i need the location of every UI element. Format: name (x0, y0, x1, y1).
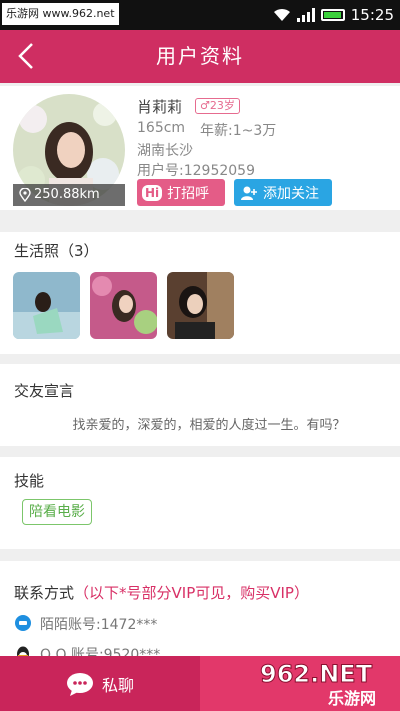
status-icons: 15:25 (273, 0, 394, 30)
declaration-text: 找亲爱的，深爱的，相爱的人度过一生。有吗？ (72, 418, 346, 433)
contact-section (0, 561, 400, 656)
signal-icon (296, 8, 315, 22)
hi-icon: Hi (142, 184, 163, 201)
life-photo-1[interactable] (13, 272, 80, 339)
follow-button[interactable]: 添加关注 (234, 179, 332, 206)
height-text: 165cm (137, 120, 186, 136)
location-pin-icon (19, 188, 31, 202)
contact-title-label: 联系方式 (14, 584, 75, 602)
skill-tag: 陪看电影 (22, 499, 92, 525)
distance-badge: 250.88km (13, 184, 125, 206)
photo-image (167, 272, 234, 339)
contact-row-momo: 陌陌账号:1472*** (14, 614, 157, 634)
watermark-bottom-text: 乐游网 (328, 689, 376, 708)
status-site-label: 乐游网 www.962.net (2, 3, 119, 25)
app-header: 用户资料 (0, 30, 400, 83)
photo-image (90, 272, 157, 339)
declaration-title: 交友宣言 (14, 382, 75, 400)
photos-title: 生活照（3） (14, 242, 99, 260)
contact-title: 联系方式（以下*号部分VIP可见，购买VIP） (14, 582, 309, 603)
private-chat-button[interactable]: 私聊 (0, 656, 200, 711)
status-bar: 乐游网 www.962.net 15:25 (0, 0, 400, 30)
follow-label: 添加关注 (263, 185, 319, 202)
life-photo-2[interactable] (90, 272, 157, 339)
momo-account-text: 陌陌账号:1472*** (40, 617, 158, 633)
site-watermark-logo: 962.NET 乐游网 (260, 660, 377, 709)
greet-button[interactable]: Hi 打招呼 (137, 179, 225, 206)
age-badge: ♂23岁 (195, 98, 240, 114)
page-title: 用户资料 (156, 44, 244, 68)
private-chat-label: 私聊 (101, 675, 134, 695)
declaration-section (0, 364, 400, 446)
user-id-text: 用户号:12952059 (137, 163, 255, 179)
add-user-icon (241, 186, 257, 200)
battery-icon (320, 9, 345, 21)
watermark-top-text: 962.NET (260, 660, 373, 688)
momo-icon (15, 615, 31, 631)
location-text: 湖南长沙 (137, 143, 193, 159)
photo-image (13, 272, 80, 339)
buy-vip-link[interactable]: （以下*号部分VIP可见，购买VIP） (74, 584, 309, 602)
status-time: 15:25 (350, 6, 394, 24)
wifi-icon (273, 8, 290, 21)
life-photo-3[interactable] (167, 272, 234, 339)
chat-bubble-icon (66, 672, 93, 696)
distance-value: 250.88km (34, 187, 100, 202)
income-text: 年薪:1~3万 (200, 123, 277, 139)
user-name: 肖莉莉 (137, 98, 183, 116)
bottom-bar: 私聊 962.NET 乐游网 (0, 656, 400, 711)
skills-title: 技能 (14, 472, 45, 490)
greet-label: 打招呼 (167, 185, 210, 202)
